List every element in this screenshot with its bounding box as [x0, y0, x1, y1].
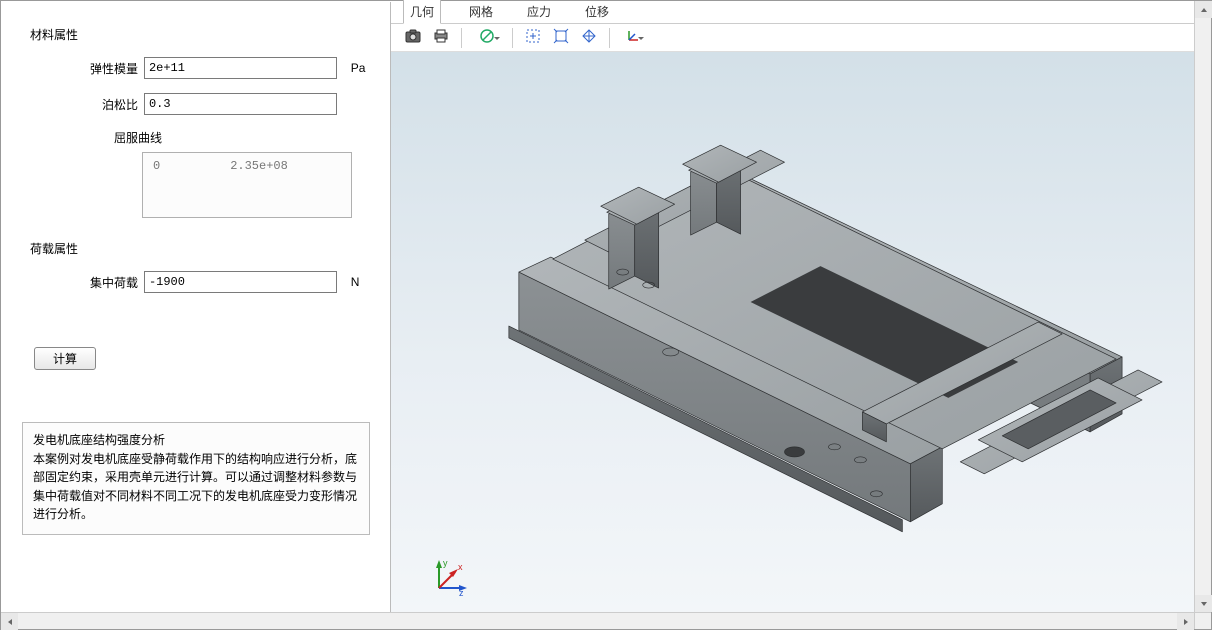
vertical-scrollbar[interactable] [1194, 1, 1211, 612]
section-material-title: 材料属性 [30, 26, 370, 43]
tab-displacement[interactable]: 位移 [579, 0, 615, 23]
scroll-up-button[interactable] [1195, 1, 1212, 18]
horizontal-scrollbar[interactable] [1, 612, 1194, 629]
poisson-field: 泊松比 [30, 93, 370, 115]
description-title: 发电机底座结构强度分析 [33, 431, 359, 450]
yield-curve-col0: 0 [153, 159, 160, 211]
concentrated-load-label: 集中荷载 [86, 274, 138, 291]
tab-stress[interactable]: 应力 [521, 0, 557, 23]
yield-curve-col1: 2.35e+08 [230, 159, 288, 211]
tab-geometry[interactable]: 几何 [403, 0, 441, 24]
elastic-modulus-label: 弹性模量 [86, 60, 138, 77]
description-body: 本案例对发电机底座受静荷载作用下的结构响应进行分析，底部固定约束，采用壳单元进行… [33, 450, 359, 524]
default-view-button[interactable] [577, 26, 601, 50]
zoom-extents-icon [553, 28, 569, 47]
app-window: 材料属性 弹性模量 Pa 泊松比 屈服曲线 0 2.35e+08 荷载属性 集中… [0, 0, 1212, 630]
elastic-modulus-unit: Pa [351, 61, 370, 75]
axis-gizmo: y x z [429, 558, 469, 598]
camera-icon [405, 29, 421, 46]
poisson-label: 泊松比 [86, 96, 138, 113]
chevron-right-icon [1182, 615, 1190, 629]
gizmo-y-label: y [443, 558, 448, 568]
yield-curve-row: 屈服曲线 [30, 129, 370, 146]
content-area: 材料属性 弹性模量 Pa 泊松比 屈服曲线 0 2.35e+08 荷载属性 集中… [2, 2, 1194, 612]
scrollbar-corner [1194, 612, 1211, 629]
scroll-left-button[interactable] [1, 613, 18, 630]
printer-icon [433, 28, 449, 47]
zoom-extents-button[interactable] [549, 26, 573, 50]
yield-curve-box[interactable]: 0 2.35e+08 [142, 152, 352, 218]
zoom-box-button[interactable] [521, 26, 545, 50]
gizmo-x-label: x [458, 562, 463, 572]
zoom-box-icon [525, 28, 541, 47]
tab-mesh[interactable]: 网格 [463, 0, 499, 23]
section-load-title: 荷载属性 [30, 240, 370, 257]
toolbar-separator-3 [609, 28, 610, 48]
model-render [391, 52, 1194, 612]
viewport-toolbar [391, 24, 1194, 52]
yield-curve-label: 屈服曲线 [114, 131, 162, 145]
parameters-panel: 材料属性 弹性模量 Pa 泊松比 屈服曲线 0 2.35e+08 荷载属性 集中… [2, 2, 390, 612]
concentrated-load-unit: N [351, 275, 370, 289]
3d-viewport[interactable]: y x z [391, 52, 1194, 612]
no-entry-icon [480, 29, 494, 46]
elastic-modulus-input[interactable] [144, 57, 337, 79]
gizmo-z-label: z [459, 588, 464, 598]
chevron-left-icon [6, 615, 14, 629]
concentrated-load-input[interactable] [144, 271, 337, 293]
scroll-right-button[interactable] [1177, 613, 1194, 630]
toolbar-separator-1 [461, 28, 462, 48]
selection-mode-dropdown[interactable] [470, 26, 504, 50]
calculate-button[interactable]: 计算 [34, 347, 96, 370]
chevron-up-icon [1200, 3, 1208, 17]
poisson-input[interactable] [144, 93, 337, 115]
default-view-icon [581, 28, 597, 47]
print-button[interactable] [429, 26, 453, 50]
chevron-down-icon [1200, 597, 1208, 611]
elastic-modulus-field: 弹性模量 Pa [30, 57, 370, 79]
scroll-down-button[interactable] [1195, 595, 1212, 612]
result-tabs: 几何 网格 应力 位移 [391, 2, 1194, 24]
axis-triad-icon [625, 28, 641, 47]
concentrated-load-field: 集中荷载 N [30, 271, 370, 293]
toolbar-separator-2 [512, 28, 513, 48]
axis-orientation-dropdown[interactable] [618, 26, 648, 50]
description-box: 发电机底座结构强度分析 本案例对发电机底座受静荷载作用下的结构响应进行分析，底部… [22, 422, 370, 535]
screenshot-button[interactable] [401, 26, 425, 50]
graphics-panel: 几何 网格 应力 位移 [390, 2, 1194, 612]
